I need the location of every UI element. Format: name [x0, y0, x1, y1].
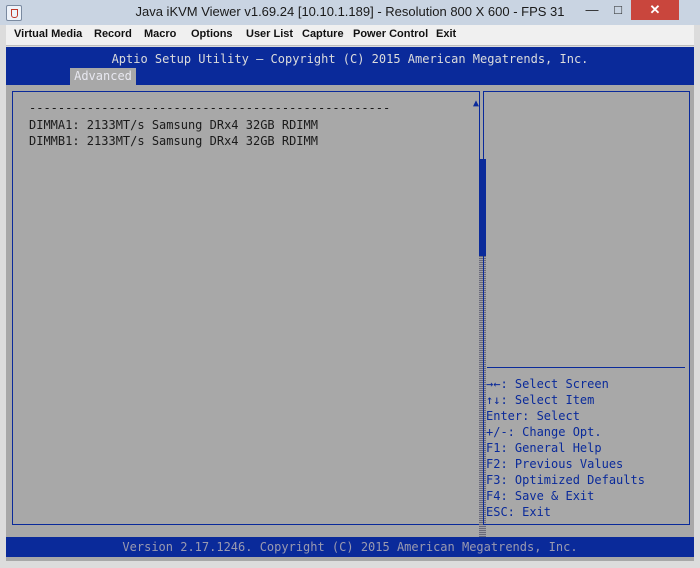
help-divider	[487, 367, 685, 368]
scroll-up-arrow-icon[interactable]: ▲	[473, 98, 479, 109]
help-optimized-defaults: F3: Optimized Defaults	[486, 473, 645, 487]
bios-header-title: Aptio Setup Utility – Copyright (C) 2015…	[111, 52, 589, 66]
maximize-icon[interactable]: □	[605, 0, 631, 20]
bios-footer: Version 2.17.1246. Copyright (C) 2015 Am…	[6, 537, 694, 557]
bios-version-text: Version 2.17.1246. Copyright (C) 2015 Am…	[122, 540, 578, 554]
menu-macro[interactable]: Macro	[144, 28, 176, 40]
menu-power-control[interactable]: Power Control	[353, 28, 428, 40]
bios-content-panel: ----------------------------------------…	[12, 91, 486, 547]
menu-capture[interactable]: Capture	[302, 28, 344, 40]
help-previous-values: F2: Previous Values	[486, 457, 624, 471]
tab-advanced[interactable]: Advanced	[70, 68, 136, 85]
menu-user-list[interactable]: User List	[246, 28, 293, 40]
bios-header: Aptio Setup Utility – Copyright (C) 2015…	[6, 47, 694, 85]
help-esc-exit: ESC: Exit	[486, 505, 552, 519]
dimm-entry: DIMMB1: 2133MT/s Samsung DRx4 32GB RDIMM	[29, 134, 318, 148]
minimize-icon[interactable]: —	[579, 0, 605, 20]
dimm-entry: DIMMA1: 2133MT/s Samsung DRx4 32GB RDIMM	[29, 118, 318, 132]
menu-options[interactable]: Options	[191, 28, 233, 40]
menu-exit[interactable]: Exit	[436, 28, 456, 40]
bios-screen[interactable]: Aptio Setup Utility – Copyright (C) 2015…	[6, 47, 694, 561]
help-general-help: F1: General Help	[486, 441, 602, 455]
window-titlebar: Java iKVM Viewer v1.69.24 [10.10.1.189] …	[0, 0, 700, 25]
menu-virtual-media[interactable]: Virtual Media	[14, 28, 82, 40]
close-icon[interactable]: ✕	[631, 0, 679, 20]
help-select-item: ↑↓: Select Item	[486, 393, 595, 407]
menu-bar: Virtual Media Record Macro Options User …	[6, 25, 694, 46]
help-save-exit: F4: Save & Exit	[486, 489, 595, 503]
menu-record[interactable]: Record	[94, 28, 132, 40]
separator-line: ----------------------------------------…	[29, 101, 391, 115]
help-change-opt: +/-: Change Opt.	[486, 425, 602, 439]
help-select-screen: →←: Select Screen	[486, 377, 609, 391]
help-enter-select: Enter: Select	[486, 409, 580, 423]
